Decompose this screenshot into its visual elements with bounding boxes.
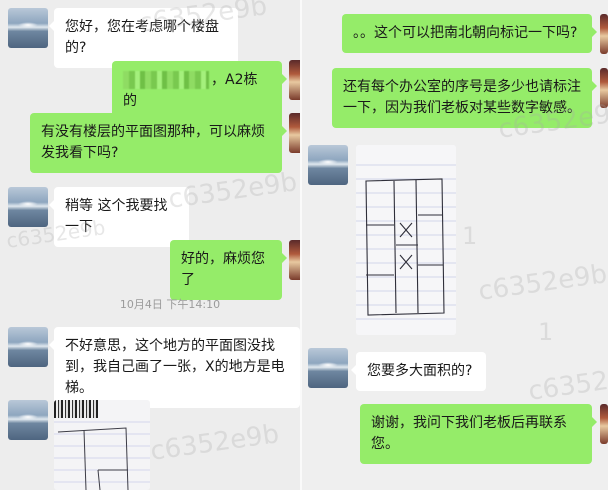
message-text: 谢谢，我问下我们老板后再联系您。 [371,415,567,452]
watermark-number: 1 [538,318,554,346]
my-avatar[interactable] [289,240,300,280]
my-avatar[interactable] [289,60,300,100]
my-avatar[interactable] [289,113,300,153]
floor-plan-sketch-image[interactable] [356,145,456,335]
message-text: 稍等 这个我要找一下 [65,198,168,235]
message-bubble-outgoing[interactable]: 还有每个办公室的序号是多少也请标注一下，因为我们老板对某些数字敏感。 [332,68,597,128]
contact-avatar[interactable] [308,348,348,388]
redacted-text [123,71,209,89]
message-bubble-outgoing[interactable]: ，A2栋的 [112,61,287,121]
my-avatar[interactable] [600,14,608,54]
message-bubble-incoming[interactable]: 不好意思，这个地方的平面图没找到，我自己画了一张，X的地方是电梯。 [49,327,300,408]
left-chat-panel: 您好，您在考虑哪个楼盘的? ，A2栋的 有没有楼层的平面图那种，可以麻烦发我看下… [0,0,300,490]
right-chat-panel: 。。这个可以把南北朝向标记一下吗? 还有每个办公室的序号是多少也请标注一下，因为… [302,0,608,490]
contact-avatar[interactable] [308,145,348,185]
message-bubble-outgoing[interactable]: 谢谢，我问下我们老板后再联系您。 [360,404,597,464]
contact-avatar[interactable] [8,400,48,440]
my-avatar[interactable] [600,404,608,444]
floor-plan-sketch-image[interactable] [54,400,150,490]
contact-avatar[interactable] [8,8,48,48]
watermark-text: c6352e9b [476,259,608,307]
message-text: 有没有楼层的平面图那种，可以麻烦发我看下吗? [41,124,265,161]
message-text: 不好意思，这个地方的平面图没找到，我自己画了一张，X的地方是电梯。 [65,338,285,396]
contact-avatar[interactable] [8,327,48,367]
message-bubble-incoming[interactable]: 您要多大面积的? [351,352,486,391]
message-bubble-outgoing[interactable]: 。。这个可以把南北朝向标记一下吗? [342,14,597,53]
message-bubble-incoming[interactable]: 稍等 这个我要找一下 [49,187,189,247]
message-text: 好的，麻烦您了 [181,251,265,288]
message-text: 。。这个可以把南北朝向标记一下吗? [353,25,578,41]
my-avatar[interactable] [600,68,608,108]
message-bubble-outgoing[interactable]: 有没有楼层的平面图那种，可以麻烦发我看下吗? [30,113,287,173]
watermark-text: c6352e9b [148,419,281,467]
message-text: 您好，您在考虑哪个楼盘的? [65,19,219,56]
watermark-number: 1 [462,222,478,250]
sketch-drawing [356,145,456,335]
message-bubble-incoming[interactable]: 您好，您在考虑哪个楼盘的? [49,8,238,68]
message-text: 您要多大面积的? [367,363,473,379]
watermark-text: c6352e9b [526,359,608,407]
qr-code-fragment [54,400,98,418]
message-bubble-outgoing[interactable]: 好的，麻烦您了 [170,240,287,300]
chat-timestamp: 10月4日 下午14:10 [119,298,221,311]
contact-avatar[interactable] [8,187,48,227]
message-text: 还有每个办公室的序号是多少也请标注一下，因为我们老板对某些数字敏感。 [343,79,581,116]
